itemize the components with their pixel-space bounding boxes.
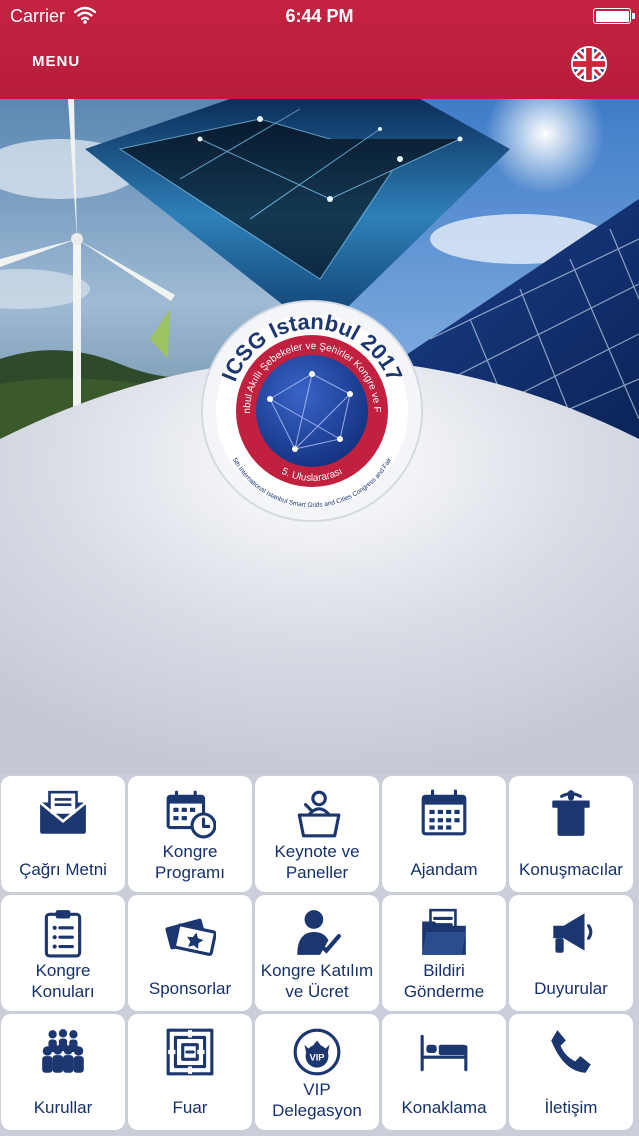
menu-tile[interactable]: Kongre Programı [128,776,252,892]
menu-tile[interactable]: Duyurular [509,895,633,1011]
svg-text:VIP: VIP [309,1052,324,1062]
group-icon [1,1026,125,1078]
menu-tile-label: İletişim [544,1098,598,1117]
menu-tile-label: Kongre Programı [155,842,225,882]
menu-tile-label: Keynote ve Paneller [274,842,360,882]
menu-tile[interactable]: Kongre Konuları [1,895,125,1011]
menu-tile-label: Çağrı Metni [19,860,107,879]
menu-tile-label: Kurullar [33,1098,93,1117]
menu-tile[interactable]: Kongre Katılım ve Ücret [255,895,379,1011]
menu-tile-label: Ajandam [410,860,478,879]
speaker-podium-icon [255,788,379,840]
menu-tile-label: Kongre Konuları [31,961,95,1001]
menu-grid: Çağrı Metni Kongre Programı Keynote ve Pan… [0,776,639,1136]
app-header: Carrier 6:44 PM MENU [0,0,639,99]
menu-tile-label: Kongre Katılım ve Ücret [260,961,374,1001]
menu-tile-label: Konaklama [401,1098,487,1117]
menu-tile[interactable]: Çağrı Metni [1,776,125,892]
folder-icon [382,907,506,959]
menu-tile-label: VIP Delegasyon [272,1080,362,1120]
status-bar: Carrier 6:44 PM [0,0,639,34]
clipboard-icon [1,907,125,959]
tickets-icon [128,907,252,959]
menu-tile[interactable]: Sponsorlar [128,895,252,1011]
congress-logo: ICSG Istanbul 2017 İstanbul Akıllı Şebek… [200,299,423,522]
envelope-icon [1,788,125,840]
calendar-icon [382,788,506,840]
menu-tile-label: Fuar [172,1098,208,1117]
vip-icon: VIP [255,1026,379,1078]
menu-tile[interactable]: Bildiri Gönderme [382,895,506,1011]
maze-icon [128,1026,252,1078]
uk-flag-icon[interactable] [570,45,608,83]
menu-tile-label: Sponsorlar [148,979,232,998]
hero-banner: ICSG Istanbul 2017 İstanbul Akıllı Şebek… [0,99,639,774]
megaphone-icon [509,907,633,959]
bed-icon [382,1026,506,1078]
menu-tile[interactable]: Keynote ve Paneller [255,776,379,892]
menu-tile[interactable]: Konaklama [382,1014,506,1130]
clock: 6:44 PM [285,6,354,26]
battery-icon [593,8,635,24]
person-check-icon [255,907,379,959]
menu-tile[interactable]: VIP VIP Delegasyon [255,1014,379,1130]
menu-button[interactable]: MENU [32,53,80,70]
podium-mic-icon [509,788,633,840]
menu-tile[interactable]: Kurullar [1,1014,125,1130]
calendar-clock-icon [128,788,252,840]
menu-tile[interactable]: Ajandam [382,776,506,892]
menu-tile[interactable]: İletişim [509,1014,633,1130]
menu-tile-label: Duyurular [534,979,608,998]
menu-tile-label: Konuşmacılar [519,860,623,879]
menu-tile-label: Bildiri Gönderme [403,961,485,1001]
phone-icon [509,1026,633,1078]
menu-tile[interactable]: Fuar [128,1014,252,1130]
menu-tile[interactable]: Konuşmacılar [509,776,633,892]
